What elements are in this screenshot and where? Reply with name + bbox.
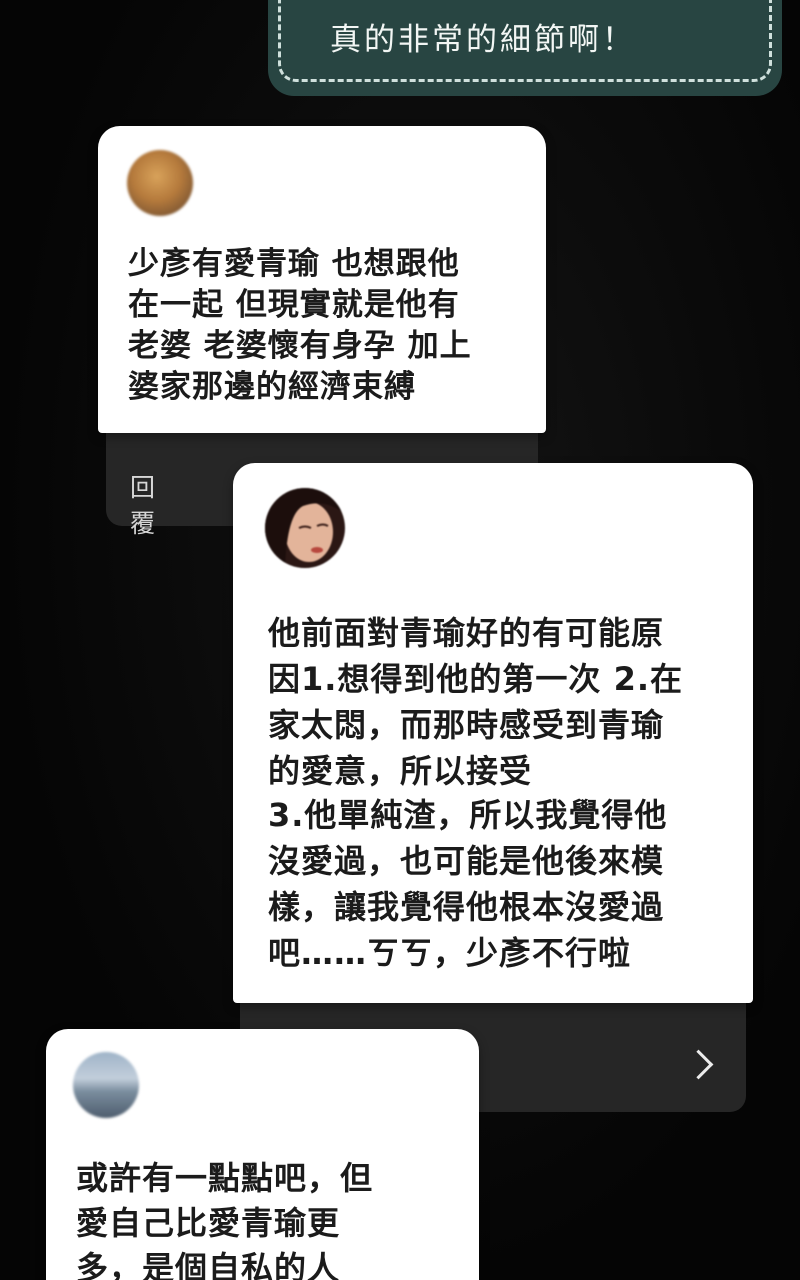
user-avatar[interactable]: [265, 488, 345, 568]
story-screen: 真的非常的細節啊！ 回覆 少彥有愛青瑜 也想跟他 在一起 但現實就是他有 老婆 …: [0, 0, 800, 1280]
user-avatar[interactable]: [73, 1052, 139, 1118]
comment-text-continued: 3.他單純渣，所以我覺得他 沒愛過，也可能是他後來模 樣，讓我覺得他根本沒愛過 …: [268, 796, 668, 972]
top-speech-card: 真的非常的細節啊！: [268, 0, 782, 96]
comment-text: 少彥有愛青瑜 也想跟他 在一起 但現實就是他有 老婆 老婆懷有身孕 加上 婆家那…: [128, 246, 472, 405]
comment-text: 他前面對青瑜好的有可能原 因1.想得到他的第一次 2.在 家太悶，而那時感受到青…: [268, 614, 683, 790]
user-avatar[interactable]: [127, 150, 193, 216]
top-card-text: 真的非常的細節啊！: [330, 22, 636, 58]
portrait-icon: [265, 488, 345, 568]
reply-button[interactable]: 回覆: [130, 468, 157, 540]
comment-text: 或許有一點點吧，但 愛自己比愛青瑜更 多，是個自私的人: [76, 1159, 374, 1280]
